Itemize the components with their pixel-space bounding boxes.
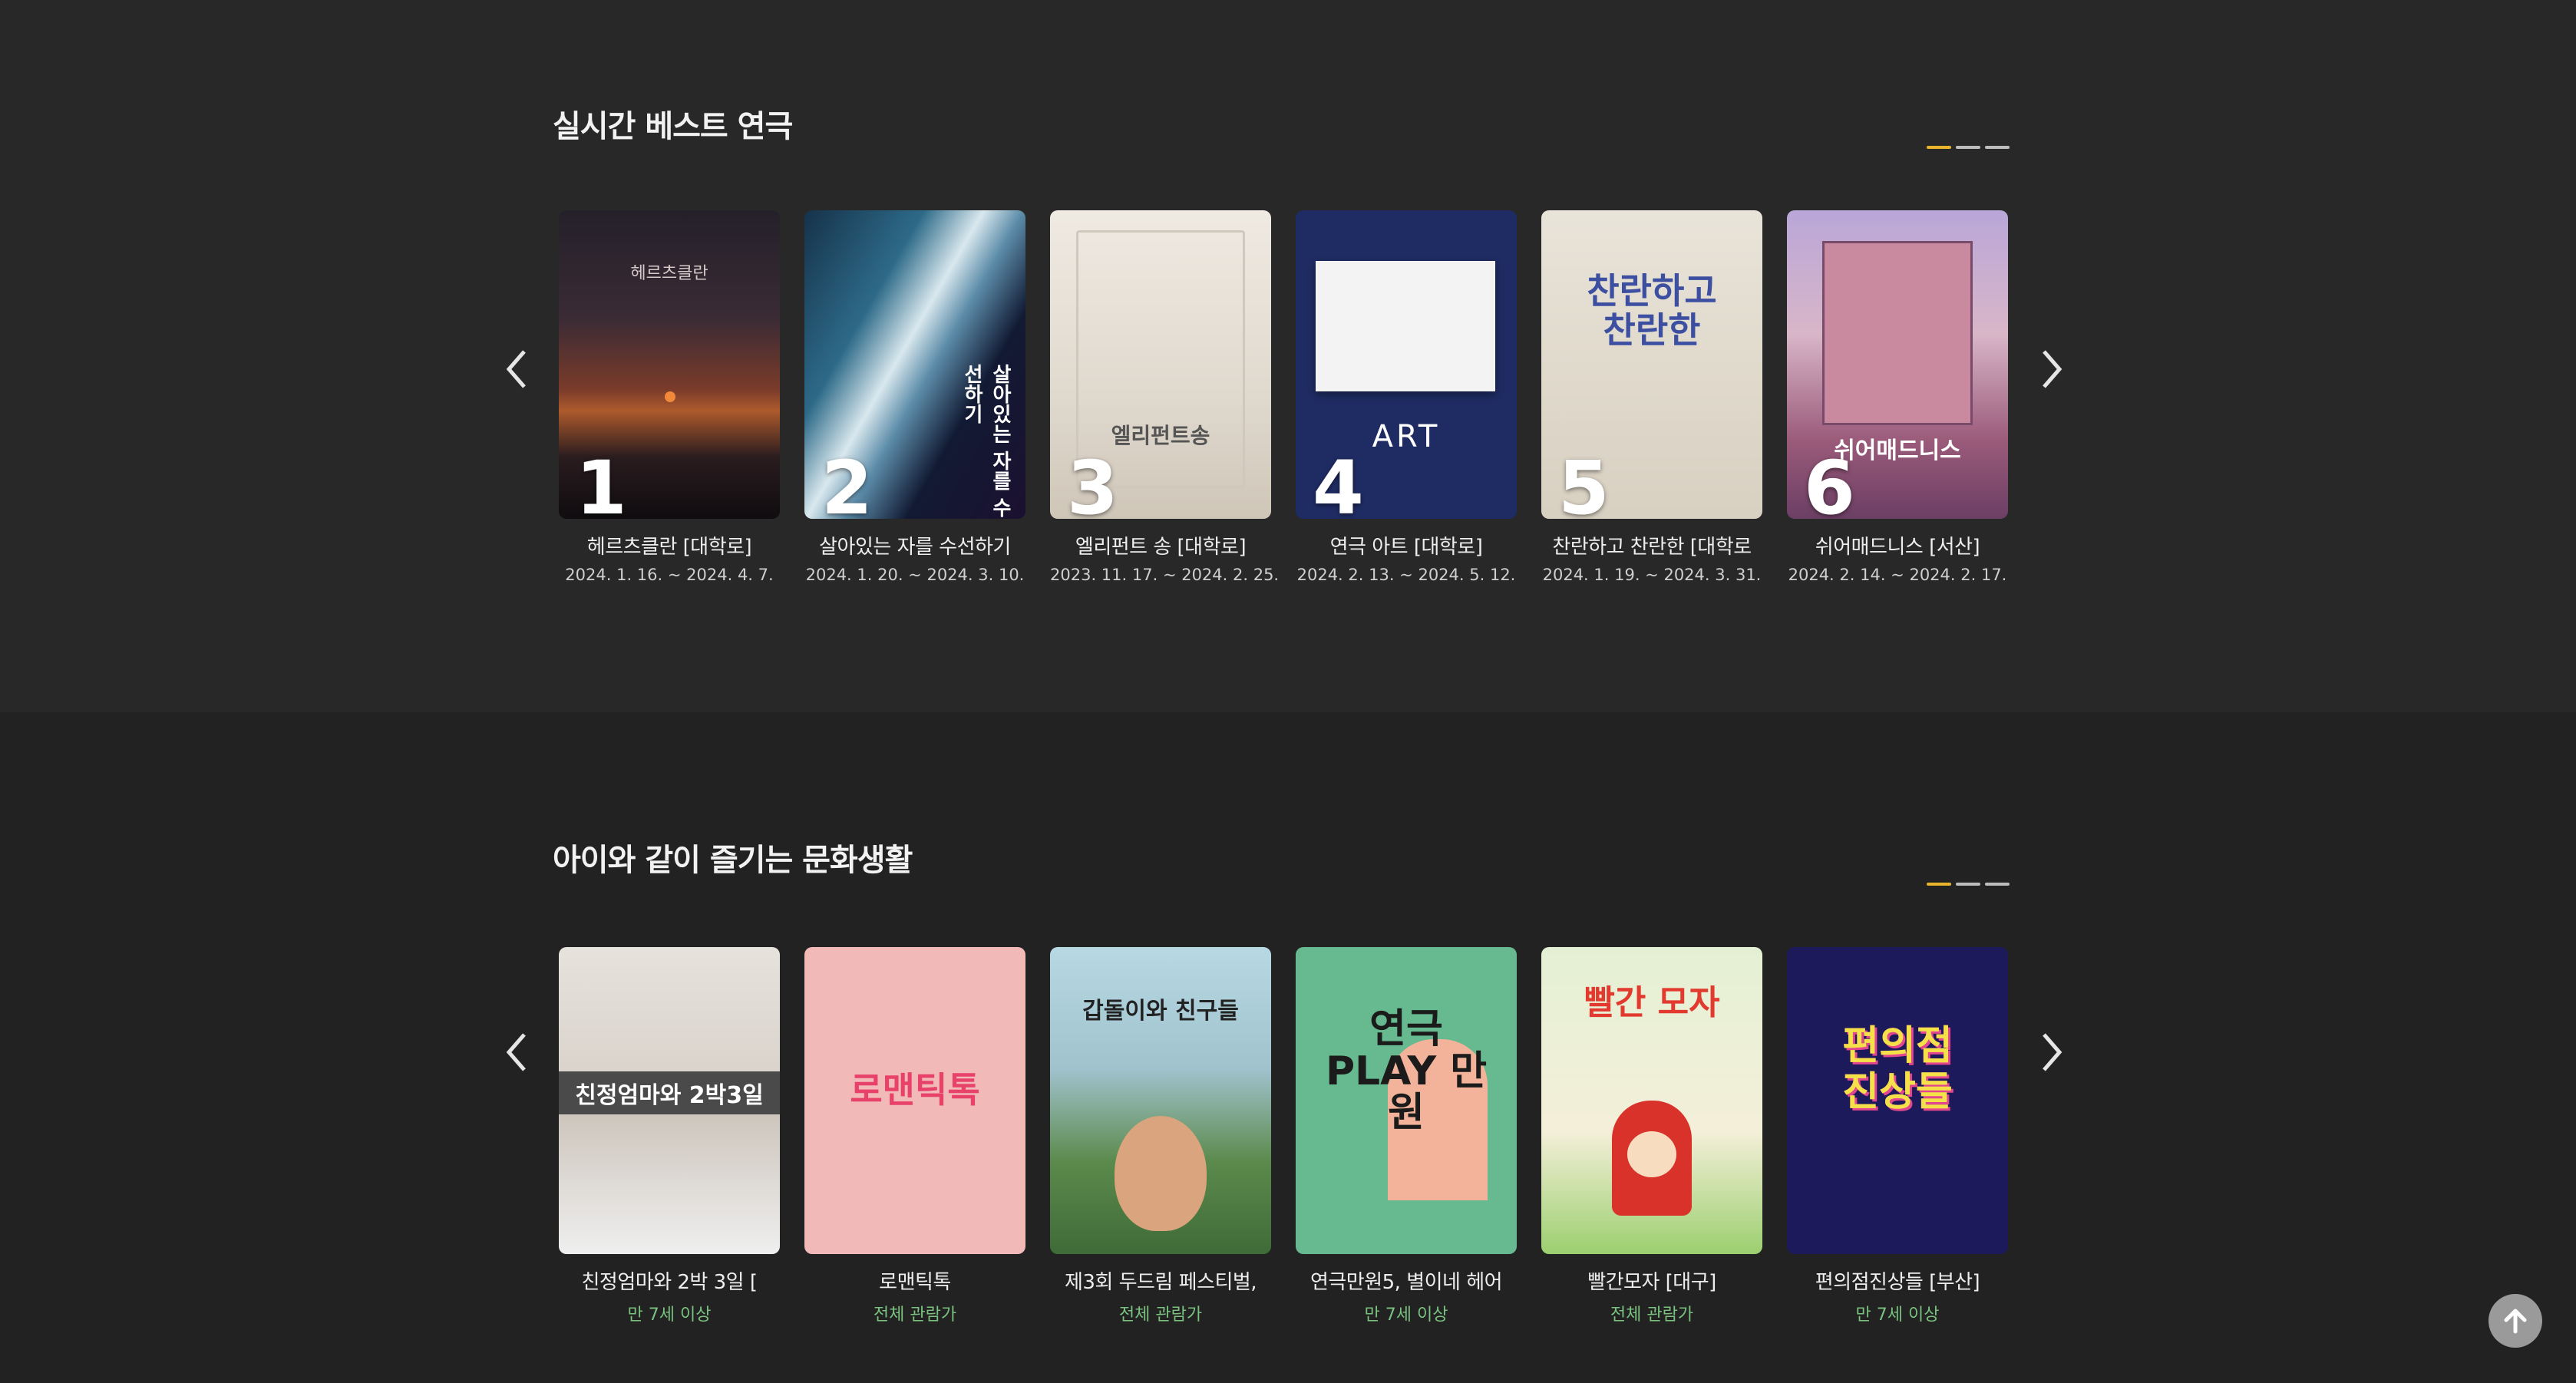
age-rating: 전체 관람가	[1610, 1305, 1694, 1325]
play-name: 연극 아트 [대학로]	[1329, 536, 1483, 559]
scroll-to-top-button[interactable]	[2488, 1294, 2542, 1348]
pager-dot-active[interactable]	[1927, 883, 1951, 886]
child-face	[1115, 1116, 1207, 1231]
prev-arrow-button[interactable]	[497, 1025, 536, 1079]
rank-number: 2	[821, 445, 873, 519]
poster-title: 빨간 모자	[1584, 983, 1720, 1022]
poster-image[interactable]: 쉬어매드니스 6	[1787, 210, 2008, 519]
play-date: 2024. 1. 19. ~ 2024. 3. 31.	[1542, 566, 1762, 584]
carousel-pager	[1927, 883, 2010, 886]
poster-image[interactable]: 연극 PLAY 만원	[1296, 947, 1517, 1254]
poster-title: 찬란하고 찬란한	[1587, 270, 1717, 351]
age-rating: 만 7세 이상	[1364, 1305, 1448, 1325]
rank-number: 3	[1067, 445, 1118, 519]
play-card[interactable]: 엘리펀트송 3 엘리펀트 송 [대학로] 2023. 11. 17. ~ 202…	[1050, 210, 1280, 584]
play-date: 2024. 2. 13. ~ 2024. 5. 12.	[1296, 566, 1516, 584]
chevron-right-icon	[2043, 1033, 2062, 1071]
play-card[interactable]: 살아있는 자를 수선하기 2 살아있는 자를 수선하기 2024. 1. 20.…	[804, 210, 1025, 584]
play-card[interactable]: 로맨틱톡 로맨틱톡 전체 관람가	[804, 947, 1025, 1325]
poster-image[interactable]: 엘리펀트송 3	[1050, 210, 1271, 519]
poster-image[interactable]: 편의점 진상들	[1787, 947, 2008, 1254]
section-title: 실시간 베스트 연극	[553, 109, 793, 144]
chevron-left-icon	[506, 350, 526, 388]
face-shape	[1627, 1131, 1676, 1177]
poster-image[interactable]: 로맨틱톡	[804, 947, 1025, 1254]
poster-image[interactable]: 친정엄마와 2박3일	[559, 947, 780, 1254]
play-name: 로맨틱톡	[879, 1271, 951, 1294]
poster-image[interactable]: 갑돌이와 친구들	[1050, 947, 1271, 1254]
pager-dot[interactable]	[1956, 146, 1980, 149]
chevron-right-icon	[2043, 350, 2062, 388]
play-card[interactable]: 헤르츠클란 1 헤르츠클란 [대학로] 2024. 1. 16. ~ 2024.…	[559, 210, 780, 584]
play-name: 친정엄마와 2박 3일 [	[581, 1271, 758, 1294]
poster-title: 친정엄마와 2박3일	[559, 1071, 780, 1114]
play-card[interactable]: 쉬어매드니스 6 쉬어매드니스 [서산] 2024. 2. 14. ~ 2024…	[1787, 210, 2008, 584]
play-card[interactable]: 갑돌이와 친구들 제3회 두드림 페스티벌, 전체 관람가	[1050, 947, 1271, 1325]
poster-image[interactable]: 살아있는 자를 수선하기 2	[804, 210, 1025, 519]
poster-title: 연극 PLAY 만원	[1325, 1006, 1488, 1137]
age-rating: 전체 관람가	[1118, 1305, 1203, 1325]
play-name: 엘리펀트 송 [대학로]	[1075, 536, 1247, 559]
poster-image[interactable]: 찬란하고 찬란한 5	[1541, 210, 1762, 519]
next-arrow-button[interactable]	[2033, 342, 2071, 396]
moon-shape	[665, 391, 675, 402]
play-card[interactable]: ART 4 연극 아트 [대학로] 2024. 2. 13. ~ 2024. 5…	[1296, 210, 1517, 584]
poster-title: 로맨틱톡	[850, 1069, 980, 1111]
age-rating: 만 7세 이상	[1855, 1305, 1940, 1325]
play-card[interactable]: 빨간 모자 빨간모자 [대구] 전체 관람가	[1541, 947, 1762, 1325]
play-card[interactable]: 편의점 진상들 편의점진상들 [부산] 만 7세 이상	[1787, 947, 2008, 1325]
play-name: 제3회 두드림 페스티벌,	[1064, 1271, 1257, 1294]
play-date: 2024. 2. 14. ~ 2024. 2. 17.	[1788, 566, 2007, 584]
best-section: 실시간 베스트 연극 헤르츠클란 1 헤르츠클란 [대학로] 2024. 1. …	[0, 0, 2576, 712]
play-name: 찬란하고 찬란한 [대학로	[1552, 536, 1752, 559]
play-name: 빨간모자 [대구]	[1587, 1271, 1716, 1294]
play-name: 연극만원5, 별이네 헤어	[1309, 1271, 1503, 1294]
rank-number: 6	[1804, 445, 1855, 519]
play-date: 2024. 1. 16. ~ 2024. 4. 7.	[565, 566, 774, 584]
age-rating: 만 7세 이상	[627, 1305, 712, 1325]
age-rating: 전체 관람가	[873, 1305, 957, 1325]
poster-image[interactable]: ART 4	[1296, 210, 1517, 519]
best-carousel: 헤르츠클란 1 헤르츠클란 [대학로] 2024. 1. 16. ~ 2024.…	[559, 210, 2008, 584]
rank-number: 4	[1313, 445, 1364, 519]
play-date: 2024. 1. 20. ~ 2024. 3. 10.	[805, 566, 1025, 584]
play-name: 살아있는 자를 수선하기	[819, 536, 1011, 559]
prev-arrow-button[interactable]	[497, 342, 536, 396]
play-date: 2023. 11. 17. ~ 2024. 2. 25.	[1050, 566, 1280, 584]
play-card[interactable]: 찬란하고 찬란한 5 찬란하고 찬란한 [대학로 2024. 1. 19. ~ …	[1541, 210, 1762, 584]
pager-dot[interactable]	[1985, 146, 2010, 149]
poster-title: 갑돌이와 친구들	[1082, 998, 1239, 1025]
play-name: 편의점진상들 [부산]	[1815, 1271, 1980, 1294]
kids-section: 아이와 같이 즐기는 문화생활 친정엄마와 2박3일 친정엄마와 2박 3일 […	[0, 712, 2576, 1383]
poster-image[interactable]: 헤르츠클란 1	[559, 210, 780, 519]
chevron-left-icon	[506, 1033, 526, 1071]
play-card[interactable]: 연극 PLAY 만원 연극만원5, 별이네 헤어 만 7세 이상	[1296, 947, 1517, 1325]
arrow-up-icon	[2504, 1309, 2527, 1334]
white-canvas	[1316, 261, 1495, 391]
poster-title: 편의점 진상들	[1842, 1023, 1953, 1115]
poster-image[interactable]: 빨간 모자	[1541, 947, 1762, 1254]
rank-number: 5	[1558, 445, 1610, 519]
section-title: 아이와 같이 즐기는 문화생활	[553, 843, 913, 878]
poster-title: 헤르츠클란	[630, 264, 708, 283]
poster-title: 살아있는 자를 수선하기	[960, 364, 1012, 518]
rank-number: 1	[576, 445, 627, 519]
building-shape	[1822, 241, 1973, 425]
play-name: 헤르츠클란 [대학로]	[586, 536, 752, 559]
carousel-pager	[1927, 146, 2010, 149]
pager-dot[interactable]	[1985, 883, 2010, 886]
kids-carousel: 친정엄마와 2박3일 친정엄마와 2박 3일 [ 만 7세 이상 로맨틱톡 로맨…	[559, 947, 2008, 1325]
pager-dot-active[interactable]	[1927, 146, 1951, 149]
play-name: 쉬어매드니스 [서산]	[1815, 536, 1980, 559]
pager-dot[interactable]	[1956, 883, 1980, 886]
play-card[interactable]: 친정엄마와 2박3일 친정엄마와 2박 3일 [ 만 7세 이상	[559, 947, 780, 1325]
next-arrow-button[interactable]	[2033, 1025, 2071, 1079]
